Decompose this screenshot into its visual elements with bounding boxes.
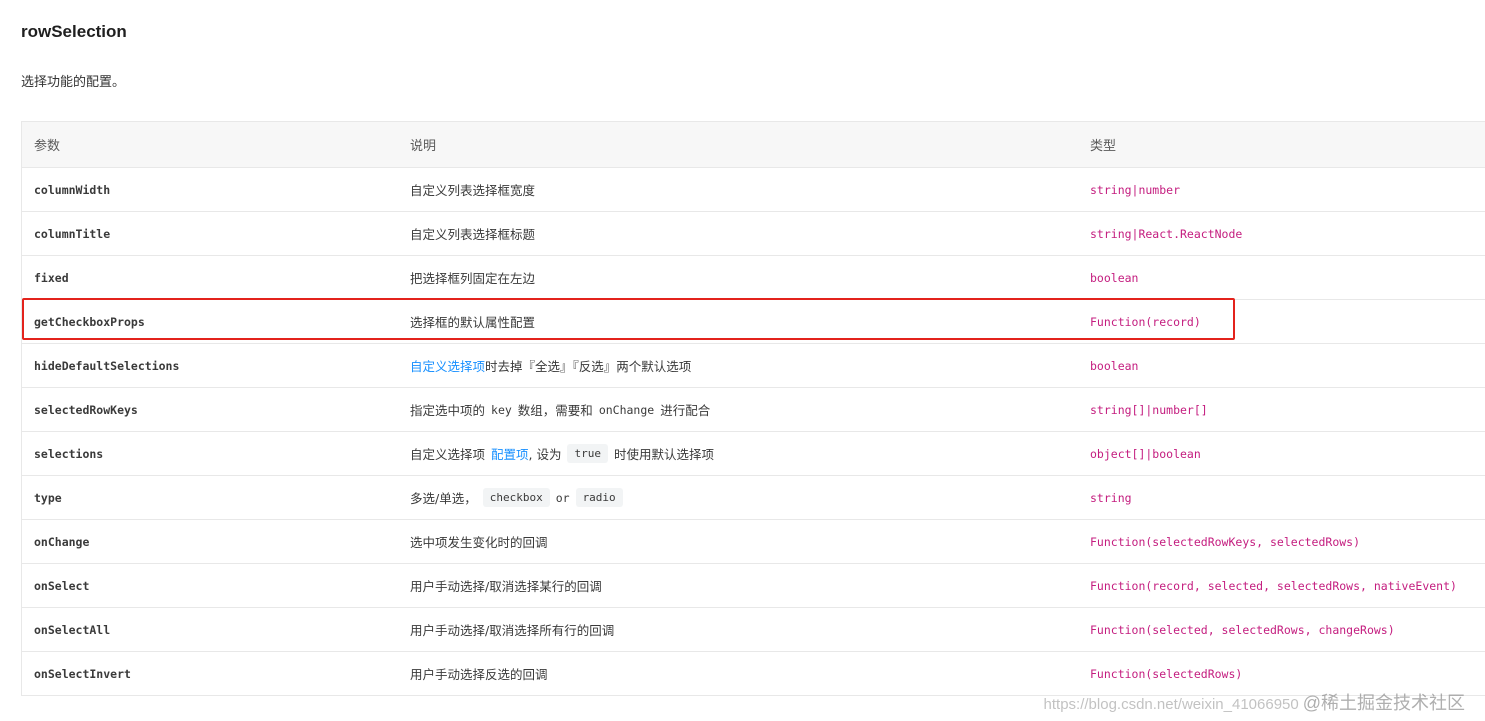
config-item-link[interactable]: 配置项: [491, 444, 529, 463]
param-description: 自定义列表选择框宽度: [410, 183, 536, 198]
table-row: onChange 选中项发生变化时的回调 Function(selectedRo…: [22, 520, 1485, 564]
description-text: 指定选中项的: [410, 403, 486, 418]
description-text: 时使用默认选择项: [613, 447, 714, 462]
table-row: onSelectAll 用户手动选择/取消选择所有行的回调 Function(s…: [22, 608, 1485, 652]
watermark: https://blog.csdn.net/weixin_41066950 @稀土…: [1044, 689, 1465, 715]
param-description: 选中项发生变化时的回调: [410, 535, 548, 550]
api-table: 参数 说明 类型 columnWidth 自定义列表选择框宽度 string|n…: [21, 121, 1485, 696]
param-description: 把选择框列固定在左边: [410, 271, 536, 286]
param-description: 用户手动选择反选的回调: [410, 667, 548, 682]
code-tag: true: [567, 444, 608, 463]
table-header-row: 参数 说明 类型: [22, 122, 1485, 168]
param-name: onSelectAll: [34, 622, 111, 637]
param-name: fixed: [34, 270, 69, 285]
column-header-description: 说明: [410, 139, 437, 154]
param-type: boolean: [1090, 358, 1139, 373]
param-name: selections: [34, 446, 104, 461]
custom-selection-link[interactable]: 自定义选择项: [410, 356, 485, 375]
table-row: columnWidth 自定义列表选择框宽度 string|number: [22, 168, 1485, 212]
section-title: rowSelection: [21, 22, 127, 41]
table-row: selections 自定义选择项 配置项, 设为 true 时使用默认选择项 obj…: [22, 432, 1485, 476]
watermark-url: https://blog.csdn.net/weixin_41066950: [1043, 696, 1299, 713]
param-type: boolean: [1090, 270, 1139, 285]
param-description: 自定义选择项 时去掉『全选』『反选』两个默认选项: [410, 344, 691, 387]
param-type: Function(selected, selectedRows, changeR…: [1090, 622, 1395, 637]
description-text: 时去掉『全选』『反选』两个默认选项: [485, 359, 692, 374]
param-name: onChange: [34, 534, 90, 549]
description-text: 数组，需要和: [517, 403, 593, 418]
code-tag: radio: [575, 488, 623, 507]
inline-code: onChange: [598, 402, 655, 417]
param-type: string[]|number[]: [1090, 402, 1208, 417]
table-row: onSelect 用户手动选择/取消选择某行的回调 Function(recor…: [22, 564, 1485, 608]
param-name: onSelect: [34, 578, 90, 593]
param-type: string|number: [1090, 182, 1181, 197]
param-type: string|React.ReactNode: [1090, 226, 1243, 241]
param-description: 用户手动选择/取消选择某行的回调: [410, 579, 602, 594]
description-text: 多选/单选，: [410, 491, 477, 506]
param-name: selectedRowKeys: [34, 402, 138, 417]
param-name: getCheckboxProps: [34, 314, 145, 329]
code-tag: checkbox: [482, 488, 550, 507]
param-name: type: [34, 490, 62, 505]
table-row: hideDefaultSelections 自定义选择项 时去掉『全选』『反选』两…: [22, 344, 1485, 388]
section-description: 选择功能的配置。: [21, 75, 126, 90]
description-text: 进行配合: [660, 403, 711, 418]
param-name: columnTitle: [34, 226, 111, 241]
watermark-brand: @稀土掘金技术社区: [1302, 693, 1465, 713]
param-type: Function(selectedRowKeys, selectedRows): [1090, 534, 1361, 549]
description-text: 自定义选择项: [410, 447, 486, 462]
column-header-type: 类型: [1090, 139, 1117, 154]
table-row: type 多选/单选， checkbox or radio string: [22, 476, 1485, 520]
param-description: 多选/单选， checkbox or radio: [410, 476, 629, 519]
param-name: onSelectInvert: [34, 666, 131, 681]
param-description: 自定义选择项 配置项, 设为 true 时使用默认选择项: [410, 432, 714, 475]
table-row: fixed 把选择框列固定在左边 boolean: [22, 256, 1485, 300]
param-type: object[]|boolean: [1090, 446, 1201, 461]
param-description: 自定义列表选择框标题: [410, 227, 536, 242]
inline-code: or: [555, 490, 570, 505]
param-description: 指定选中项的 key 数组，需要和 onChange 进行配合: [410, 388, 710, 431]
param-type: string: [1090, 490, 1132, 505]
param-name: columnWidth: [34, 182, 111, 197]
table-row: columnTitle 自定义列表选择框标题 string|React.Reac…: [22, 212, 1485, 256]
param-description: 选择框的默认属性配置: [410, 315, 536, 330]
table-row: selectedRowKeys 指定选中项的 key 数组，需要和 onChange 进…: [22, 388, 1485, 432]
column-header-param: 参数: [34, 139, 61, 154]
param-name: hideDefaultSelections: [34, 358, 180, 373]
description-text: , 设为: [528, 447, 562, 462]
param-description: 用户手动选择/取消选择所有行的回调: [410, 623, 615, 638]
table-row-highlighted: getCheckboxProps 选择框的默认属性配置 Function(rec…: [22, 300, 1485, 344]
inline-code: key: [491, 402, 512, 417]
param-type: Function(record, selected, selectedRows,…: [1090, 578, 1457, 593]
param-type: Function(record): [1090, 314, 1201, 329]
